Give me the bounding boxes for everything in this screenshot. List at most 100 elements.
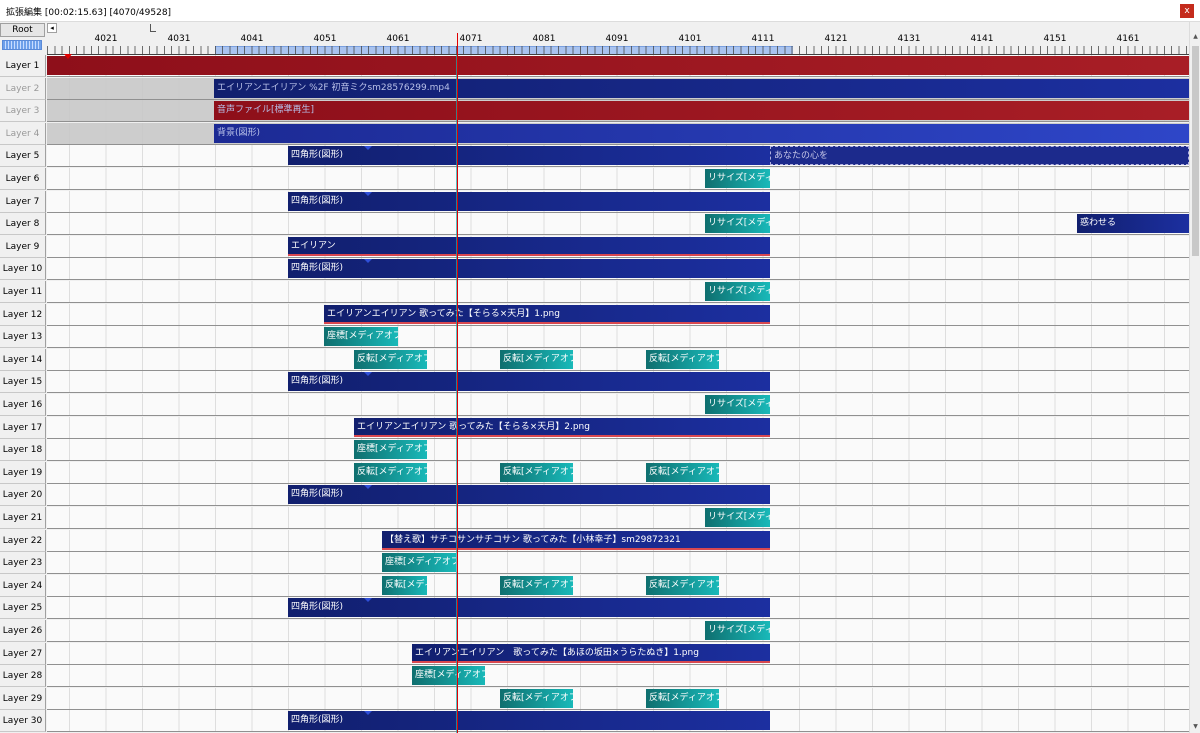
layer-track[interactable]: エイリアンエイリアン 歌ってみた【あほの坂田×うらたぬき】1.png — [47, 642, 1189, 665]
scroll-down-icon[interactable]: ▼ — [1191, 722, 1200, 731]
timeline-object[interactable]: 座標[メディアオブジェ — [412, 666, 485, 686]
layer-header[interactable]: Layer 18 — [0, 439, 46, 462]
layer-track[interactable]: リサイズ[メディアオ — [47, 281, 1189, 303]
layer-track[interactable]: エイリアンエイリアン %2F 初音ミクsm28576299.mp4 — [47, 77, 1189, 100]
timeline-object[interactable]: エイリアン — [288, 236, 770, 256]
timeline-object[interactable]: 【替え歌】サチコサンサチコサン 歌ってみた【小林幸子】sm29872321 — [382, 530, 770, 550]
time-ruler[interactable]: 4021 4031 4041 4051 4061 4071 4081 4091 4101 4111… — [47, 33, 1189, 55]
timeline-object[interactable]: 惑わせる — [1077, 214, 1189, 234]
layer-header[interactable]: Layer 23 — [0, 552, 46, 575]
layer-track[interactable] — [47, 55, 1189, 77]
layer-track[interactable]: 反転[メディアオブジェ 反転[メディアオブジェ — [47, 687, 1189, 710]
timeline-object[interactable]: リサイズ[メディアオ — [705, 214, 770, 234]
layer-header[interactable]: Layer 8 — [0, 213, 46, 236]
timeline-object[interactable]: 反転[メディアオブジェ — [354, 462, 427, 482]
timeline-object[interactable]: 四角形(図形) — [288, 259, 770, 279]
layer-header[interactable]: Layer 21 — [0, 507, 46, 529]
layer-header[interactable]: Layer 15 — [0, 371, 46, 394]
layer-track[interactable]: 背景(図形) — [47, 122, 1189, 145]
timeline-object[interactable]: 座標[メディアオブジェ — [382, 553, 456, 573]
timeline-object[interactable]: 反転[メディアオブジェ — [646, 575, 719, 595]
layer-header[interactable]: Layer 13 — [0, 326, 46, 349]
timeline-object[interactable]: リサイズ[メディアオ — [705, 169, 770, 188]
playhead-marker-icon[interactable] — [64, 54, 72, 59]
timeline-object[interactable]: 背景(図形) — [214, 123, 1189, 143]
layer-track[interactable]: 反転[メディアオブジェ 反転[メディアオブジェ 反転[メディアオブジェ — [47, 461, 1189, 484]
layer-track[interactable]: エイリアンエイリアン 歌ってみた【そらる×天月】2.png — [47, 416, 1189, 439]
timeline-object[interactable]: リサイズ[メディアオ — [705, 621, 770, 640]
layer-header[interactable]: Layer 3 — [0, 100, 46, 123]
layer-header[interactable]: Layer 22 — [0, 529, 46, 552]
timeline-object[interactable]: エイリアンエイリアン 歌ってみた【あほの坂田×うらたぬき】1.png — [412, 643, 770, 663]
timeline-object[interactable]: 反転[メディアオブジェ — [354, 349, 427, 369]
timeline-object[interactable]: 反転[メディアオブジェ — [646, 688, 719, 708]
layer-header[interactable]: Layer 1 — [0, 55, 46, 77]
layer-track[interactable]: 反転[メディアオブジェ 反転[メディアオブジェ 反転[メディアオブジェ — [47, 348, 1189, 371]
layer-header[interactable]: Layer 6 — [0, 168, 46, 190]
layer-header[interactable]: Layer 25 — [0, 597, 46, 620]
layer-track[interactable]: 四角形(図形) — [47, 710, 1189, 733]
layer-track[interactable]: エイリアン — [47, 235, 1189, 258]
root-button[interactable]: Root — [0, 23, 45, 37]
timeline-object[interactable]: 反転[メディアオブジェ — [500, 688, 573, 708]
layer-track[interactable]: 反転[メディア 反転[メディアオブジェ 反転[メディアオブジェ — [47, 574, 1189, 597]
timeline-object[interactable]: 反転[メディアオブジェ — [500, 575, 573, 595]
layer-header[interactable]: Layer 14 — [0, 348, 46, 371]
timeline-object[interactable]: 反転[メディア — [382, 575, 427, 595]
layer-track[interactable]: リサイズ[メディアオ 惑わせる — [47, 213, 1189, 236]
timeline-object[interactable]: 四角形(図形) — [288, 598, 770, 618]
timeline-object[interactable]: 音声ファイル[標準再生] — [214, 101, 1189, 121]
timeline-object[interactable]: 反転[メディアオブジェ — [646, 349, 719, 369]
scroll-left-button[interactable]: ◂ — [47, 23, 57, 33]
layer-track[interactable]: 四角形(図形) あなたの心を — [47, 145, 1189, 168]
timeline-object[interactable]: あなたの心を — [770, 146, 1189, 166]
layer-track[interactable]: リサイズ[メディアオ — [47, 507, 1189, 529]
layer-header[interactable]: Layer 29 — [0, 687, 46, 710]
layer-header[interactable]: Layer 27 — [0, 642, 46, 665]
layer-header[interactable]: Layer 10 — [0, 258, 46, 281]
layer-track[interactable]: リサイズ[メディアオ — [47, 620, 1189, 642]
layer-header[interactable]: Layer 9 — [0, 235, 46, 258]
timeline-object[interactable]: エイリアンエイリアン %2F 初音ミクsm28576299.mp4 — [214, 78, 1189, 98]
layer-track[interactable]: 四角形(図形) — [47, 597, 1189, 620]
layer-track[interactable]: エイリアンエイリアン 歌ってみた【そらる×天月】1.png — [47, 303, 1189, 326]
timeline-object[interactable]: 反転[メディアオブジェ — [500, 462, 573, 482]
layer-track[interactable]: リサイズ[メディアオ — [47, 394, 1189, 416]
timeline-object[interactable] — [47, 56, 1189, 75]
vertical-scrollbar[interactable]: ▲ ▼ — [1189, 22, 1200, 733]
scroll-up-icon[interactable]: ▲ — [1191, 32, 1200, 41]
layer-track[interactable]: 座標[メディアオブジェ — [47, 552, 1189, 575]
scrollbar-thumb[interactable] — [1192, 46, 1199, 256]
layer-header[interactable]: Layer 4 — [0, 122, 46, 145]
layer-track[interactable]: 音声ファイル[標準再生] — [47, 100, 1189, 123]
timeline-object[interactable]: 反転[メディアオブジェ — [646, 462, 719, 482]
layer-track[interactable]: リサイズ[メディアオ — [47, 168, 1189, 190]
layer-header[interactable]: Layer 24 — [0, 574, 46, 597]
timeline-object[interactable]: エイリアンエイリアン 歌ってみた【そらる×天月】2.png — [354, 417, 770, 437]
layer-header[interactable]: Layer 20 — [0, 484, 46, 507]
layer-header[interactable]: Layer 26 — [0, 620, 46, 642]
layer-track[interactable]: 座標[メディアオブジェ — [47, 665, 1189, 688]
layer-track[interactable]: 座標[メディアオブジェ — [47, 326, 1189, 349]
layer-track[interactable]: 四角形(図形) — [47, 258, 1189, 281]
layer-header[interactable]: Layer 19 — [0, 461, 46, 484]
layer-header[interactable]: Layer 16 — [0, 394, 46, 416]
timeline-object[interactable]: 座標[メディアオブジェ — [324, 327, 398, 347]
layer-track[interactable]: 四角形(図形) — [47, 190, 1189, 213]
layer-track[interactable]: 四角形(図形) — [47, 371, 1189, 394]
timeline-object[interactable]: エイリアンエイリアン 歌ってみた【そらる×天月】1.png — [324, 304, 770, 324]
layer-header[interactable]: Layer 12 — [0, 303, 46, 326]
zoom-slider[interactable] — [2, 40, 42, 50]
timeline-object[interactable]: 座標[メディアオブジェ — [354, 440, 427, 460]
timeline-object[interactable]: 四角形(図形) — [288, 711, 770, 731]
close-button[interactable]: x — [1180, 4, 1194, 18]
timeline-object[interactable]: 四角形(図形) — [288, 146, 770, 166]
layer-header[interactable]: Layer 5 — [0, 145, 46, 168]
layer-track[interactable]: 四角形(図形) — [47, 484, 1189, 507]
timeline-object[interactable]: 四角形(図形) — [288, 191, 770, 211]
playhead-line[interactable] — [457, 33, 458, 733]
layer-track[interactable]: 座標[メディアオブジェ — [47, 439, 1189, 462]
timeline-object[interactable]: 四角形(図形) — [288, 372, 770, 392]
timeline-object[interactable]: 四角形(図形) — [288, 485, 770, 505]
layer-header[interactable]: Layer 11 — [0, 281, 46, 303]
